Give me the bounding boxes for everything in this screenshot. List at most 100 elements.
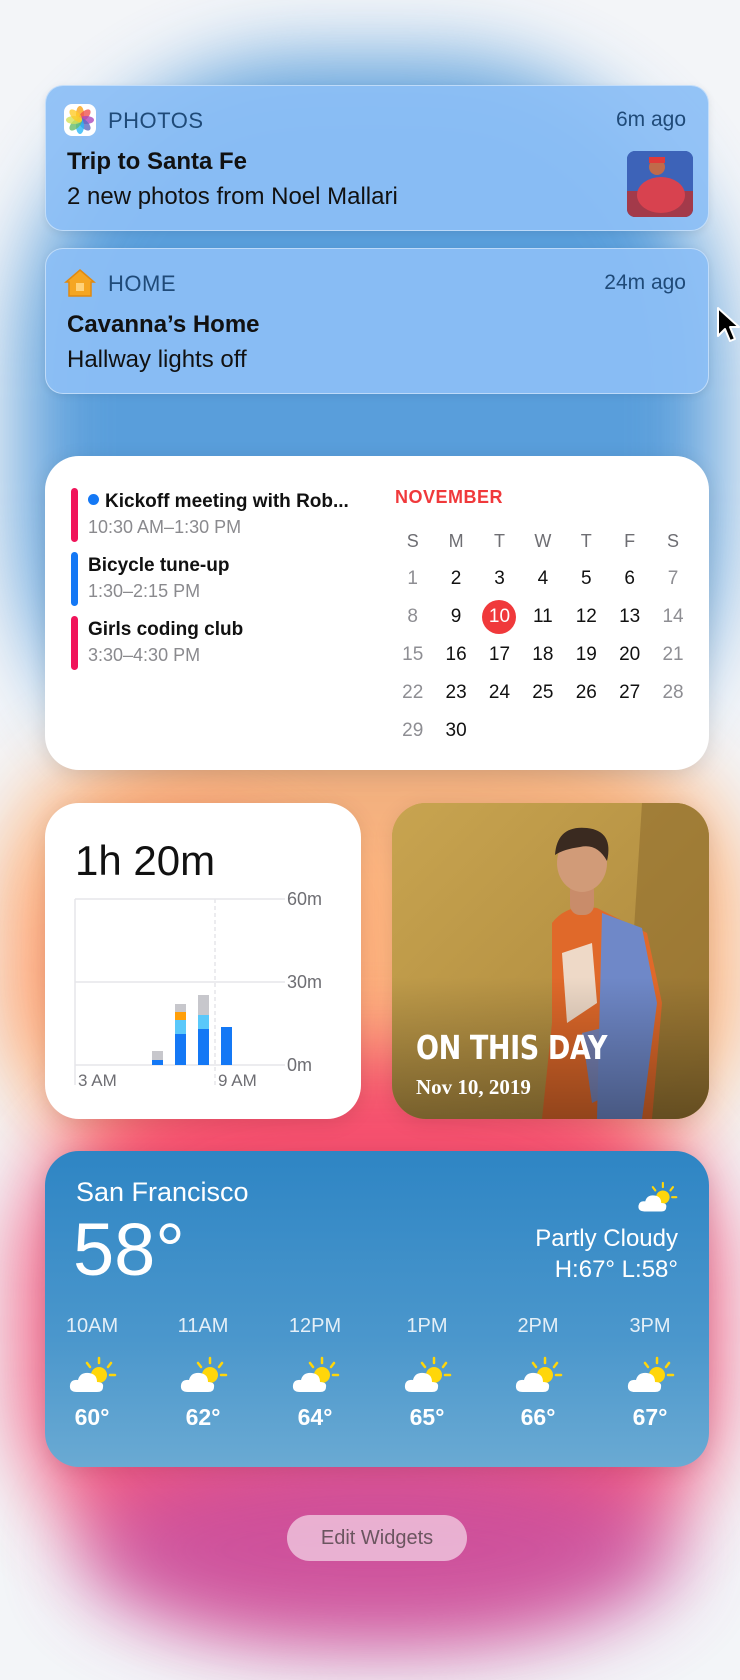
current-event-dot <box>88 494 99 505</box>
forecast-hour: 1PM <box>406 1315 448 1337</box>
calendar-week-row: 8 9 10 11 12 13 14 <box>391 598 695 636</box>
forecast-temp: 60° <box>74 1404 110 1430</box>
calendar-day[interactable]: 1 <box>391 560 434 598</box>
weekday-header-row: S M T W T F S <box>391 522 695 560</box>
forecast-hour: 12PM <box>288 1315 342 1337</box>
notification-body: 2 new photos from Noel Mallari <box>67 183 398 210</box>
event-time: 10:30 AM–1:30 PM <box>88 517 242 537</box>
notification-photos[interactable]: PHOTOS 6m ago Trip to Santa Fe 2 new pho… <box>45 85 709 231</box>
partly-sunny-icon <box>290 1356 340 1396</box>
calendar-day[interactable]: 26 <box>565 674 608 712</box>
calendar-day[interactable]: 27 <box>608 674 651 712</box>
hourly-forecast-item: 2PM 66° <box>493 1315 583 1431</box>
event-title: Girls coding club <box>88 619 244 640</box>
calendar-day[interactable]: 30 <box>434 712 477 750</box>
calendar-event[interactable]: Girls coding club 3:30–4:30 PM <box>71 616 371 670</box>
calendar-day[interactable]: 18 <box>521 636 564 674</box>
calendar-day-today[interactable]: 10 <box>478 598 521 636</box>
weekday-label: S <box>406 531 419 551</box>
weekday-label: W <box>534 531 552 551</box>
notification-home[interactable]: HOME 24m ago Cavanna’s Home Hallway ligh… <box>45 248 709 394</box>
hourly-forecast-item: 12PM 64° <box>270 1315 360 1431</box>
forecast-hour: 3PM <box>629 1315 671 1337</box>
mouse-pointer-icon <box>716 306 740 349</box>
event-color-bar <box>71 616 78 670</box>
calendar-day <box>608 712 651 750</box>
hourly-forecast-item: 3PM 67° <box>605 1315 695 1431</box>
weather-widget[interactable]: San Francisco 58° Partly Cloudy H:67° L:… <box>45 1151 709 1467</box>
usage-bar <box>221 1027 232 1065</box>
calendar-day[interactable]: 24 <box>478 674 521 712</box>
weather-city: San Francisco <box>76 1177 249 1207</box>
calendar-day[interactable]: 3 <box>478 560 521 598</box>
calendar-day[interactable]: 4 <box>521 560 564 598</box>
edit-widgets-button[interactable]: Edit Widgets <box>287 1515 467 1561</box>
calendar-event[interactable]: Kickoff meeting with Rob... 10:30 AM–1:3… <box>71 488 371 542</box>
usage-bar <box>152 1060 163 1065</box>
calendar-week-row: 22 23 24 25 26 27 28 <box>391 674 695 712</box>
calendar-day[interactable]: 28 <box>651 674 694 712</box>
event-title: Bicycle tune-up <box>88 555 230 576</box>
weekday-label: F <box>624 531 636 551</box>
hourly-forecast-item: 11AM 62° <box>158 1315 248 1431</box>
calendar-day[interactable]: 23 <box>434 674 477 712</box>
screen-time-widget[interactable]: 1h 20m 60m 30m 0m 3 AM 9 AM <box>45 803 361 1119</box>
memory-title: ON THIS DAY <box>416 1028 608 1067</box>
calendar-day[interactable]: 22 <box>391 674 434 712</box>
event-color-bar <box>71 488 78 542</box>
calendar-day[interactable]: 20 <box>608 636 651 674</box>
calendar-day[interactable]: 29 <box>391 712 434 750</box>
hourly-forecast-item: 10AM 60° <box>47 1315 137 1431</box>
usage-bar <box>175 1020 186 1034</box>
partly-sunny-icon <box>636 1181 678 1220</box>
calendar-day[interactable]: 13 <box>608 598 651 636</box>
partly-sunny-icon <box>513 1356 563 1396</box>
calendar-day[interactable]: 7 <box>651 560 694 598</box>
home-icon <box>63 267 97 299</box>
notification-body: Hallway lights off <box>67 346 247 373</box>
event-time: 1:30–2:15 PM <box>88 581 201 601</box>
usage-bar <box>175 1012 186 1020</box>
calendar-day[interactable]: 19 <box>565 636 608 674</box>
calendar-day[interactable]: 8 <box>391 598 434 636</box>
calendar-day[interactable]: 9 <box>434 598 477 636</box>
calendar-day[interactable]: 6 <box>608 560 651 598</box>
x-axis-label: 3 AM <box>78 1071 117 1090</box>
partly-sunny-icon <box>178 1356 228 1396</box>
photo-memory-widget[interactable]: ON THIS DAY Nov 10, 2019 <box>392 803 709 1119</box>
partly-sunny-icon <box>402 1356 452 1396</box>
forecast-temp: 67° <box>632 1404 668 1430</box>
usage-bar <box>175 1034 186 1065</box>
calendar-day[interactable]: 14 <box>651 598 694 636</box>
forecast-temp: 65° <box>409 1404 445 1430</box>
forecast-temp: 64° <box>297 1404 333 1430</box>
calendar-day[interactable]: 2 <box>434 560 477 598</box>
calendar-day[interactable]: 12 <box>565 598 608 636</box>
calendar-day[interactable]: 11 <box>521 598 564 636</box>
calendar-grid: S M T W T F S 1 2 3 4 5 6 7 8 9 10 11 12 13 14 15 16 17 1… <box>391 522 695 750</box>
weather-current-temp: 58° <box>73 1208 185 1291</box>
calendar-day[interactable]: 15 <box>391 636 434 674</box>
calendar-day[interactable]: 25 <box>521 674 564 712</box>
calendar-event[interactable]: Bicycle tune-up 1:30–2:15 PM <box>71 552 371 606</box>
calendar-day[interactable]: 16 <box>434 636 477 674</box>
weekday-label: T <box>493 531 505 551</box>
calendar-day <box>651 712 694 750</box>
notification-thumbnail-image <box>627 151 693 217</box>
forecast-hour: 10AM <box>65 1315 119 1337</box>
calendar-widget[interactable]: Kickoff meeting with Rob... 10:30 AM–1:3… <box>45 456 709 770</box>
calendar-day[interactable]: 5 <box>565 560 608 598</box>
x-axis-label: 9 AM <box>218 1071 257 1090</box>
forecast-temp: 62° <box>185 1404 221 1430</box>
photos-icon <box>64 104 96 136</box>
partly-sunny-icon <box>625 1356 675 1396</box>
notification-title: Cavanna’s Home <box>67 311 260 338</box>
calendar-day[interactable]: 17 <box>478 636 521 674</box>
calendar-day[interactable]: 21 <box>651 636 694 674</box>
weather-condition: Partly Cloudy <box>535 1225 678 1252</box>
forecast-hour: 11AM <box>177 1315 229 1337</box>
calendar-day <box>521 712 564 750</box>
hourly-forecast-item: 1PM 65° <box>382 1315 472 1431</box>
weather-high-low: H:67° L:58° <box>554 1256 678 1283</box>
y-axis-label: 30m <box>287 972 323 992</box>
